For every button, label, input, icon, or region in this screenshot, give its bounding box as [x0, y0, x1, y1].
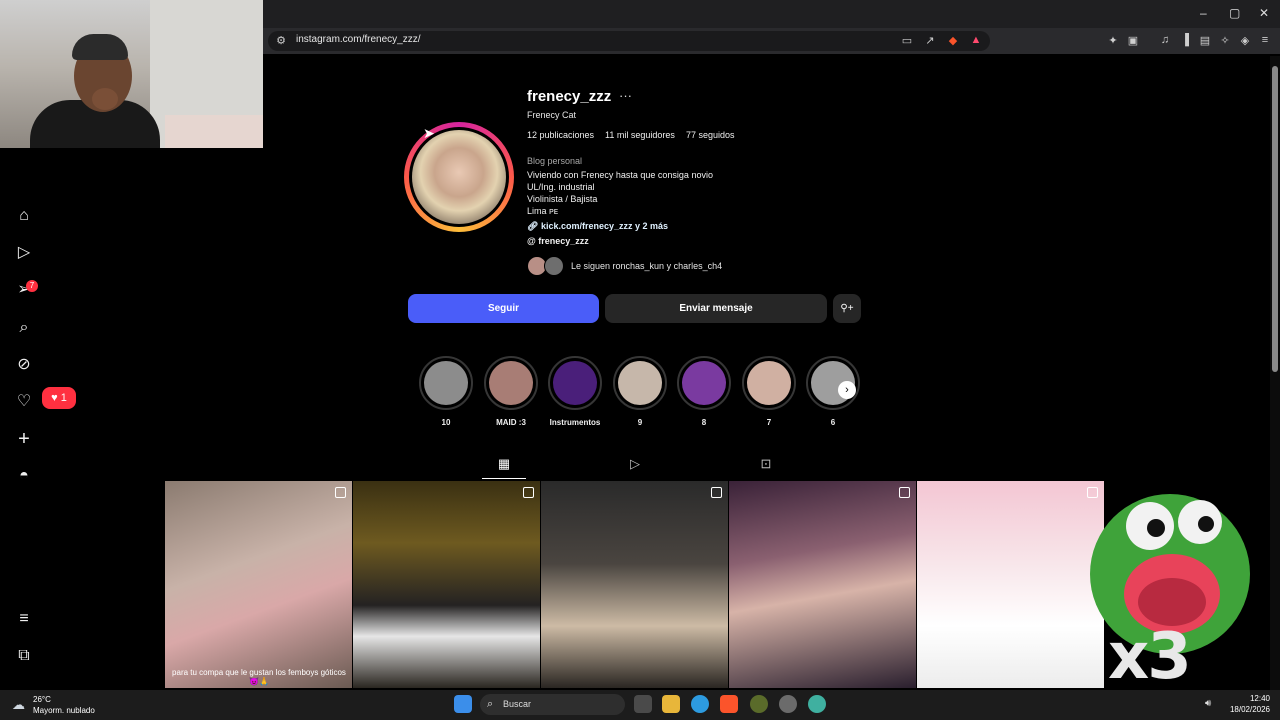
x3-overlay-text: x3 — [1108, 620, 1192, 694]
bio-link-text: kick.com/frenecy_zzz y 2 más — [540, 221, 669, 231]
highlight-item[interactable] — [677, 356, 731, 410]
taskbar-search[interactable] — [480, 694, 625, 715]
options-icon[interactable]: ··· — [619, 88, 632, 103]
maximize-button[interactable]: ▢ — [1229, 6, 1240, 20]
posts-count: 12 publicaciones — [527, 130, 595, 140]
notification-badge: 7 — [26, 280, 38, 292]
also-from-meta-icon[interactable]: ⧉ — [14, 646, 34, 666]
wallet-icon[interactable]: ▤ — [1198, 34, 1212, 47]
post-thumbnail[interactable] — [165, 481, 352, 688]
app-icon[interactable] — [808, 695, 826, 713]
followed-by-text[interactable]: Le siguen ronchas_kun y charles_ch4 — [571, 261, 722, 271]
search-icon[interactable]: ⌕ — [14, 318, 34, 338]
task-view-icon[interactable] — [634, 695, 652, 713]
minimize-button[interactable]: – — [1200, 6, 1207, 20]
extensions-icon[interactable]: ✦ — [1106, 34, 1120, 47]
volume-icon[interactable]: 🔊︎ — [1205, 698, 1211, 709]
bio-line: Viviendo con Frenecy hasta que consiga n… — [527, 170, 713, 180]
brave-shield-icon[interactable]: ◆ — [946, 34, 960, 47]
heart-icon[interactable]: ♡ — [14, 392, 34, 412]
cast-icon[interactable]: ▭ — [900, 34, 914, 47]
profile-avatar-icon[interactable]: ◓ — [14, 466, 34, 486]
highlight-item[interactable] — [419, 356, 473, 410]
likes-notification-pill[interactable]: ♥ 1 — [42, 387, 76, 409]
url-text[interactable]: instagram.com/frenecy_zzz/ — [296, 34, 421, 45]
post-thumbnail[interactable] — [541, 481, 728, 688]
add-person-icon: ⚲+ — [840, 303, 854, 314]
bio-line: Lima ᴘᴇ — [527, 206, 559, 216]
start-button-icon[interactable] — [454, 695, 472, 713]
home-icon[interactable]: ⌂ — [14, 206, 34, 226]
following-count[interactable]: 77 seguidos — [686, 130, 735, 140]
more-menu-icon[interactable]: ≡ — [14, 609, 34, 629]
bio-line: Violinista / Bajista — [527, 194, 598, 204]
site-info-icon[interactable]: ⚙ — [274, 34, 288, 47]
profile-username: frenecy_zzz — [527, 88, 612, 105]
post-thumbnail[interactable] — [353, 481, 540, 688]
scrollbar-thumb[interactable] — [1272, 66, 1278, 372]
explore-icon[interactable]: ⊘ — [14, 355, 34, 375]
highlight-item[interactable] — [742, 356, 796, 410]
follower-avatar — [544, 256, 564, 276]
browser-title-bar: – ▢ ✕ — [263, 0, 1280, 28]
clock-date: 18/02/2026 — [1229, 705, 1270, 714]
clock-time: 12:40 — [1249, 694, 1270, 703]
reels-icon[interactable]: ▷ — [14, 243, 34, 263]
link-icon: 🔗︎ — [527, 221, 541, 231]
app-icon[interactable] — [779, 695, 797, 713]
weather-widget[interactable]: 26°C Mayorm. nublado — [33, 694, 95, 716]
send-message-button[interactable]: Enviar mensaje — [605, 294, 827, 323]
followers-count[interactable]: 11 mil seguidores — [605, 130, 675, 140]
highlight-item[interactable] — [613, 356, 667, 410]
tagged-tab-icon[interactable]: ⊡ — [758, 456, 774, 472]
mouse-cursor-icon: ➤ — [423, 125, 435, 141]
edge-icon[interactable] — [691, 695, 709, 713]
active-tab-indicator — [482, 478, 526, 479]
menu-icon[interactable]: ≡ — [1258, 34, 1272, 46]
posts-grid-icon[interactable]: ▦ — [496, 456, 512, 472]
file-explorer-icon[interactable] — [662, 695, 680, 713]
search-icon: ⌕ — [487, 698, 494, 710]
highlight-item[interactable] — [548, 356, 602, 410]
leo-ai-icon[interactable]: ✧ — [1218, 34, 1232, 47]
threads-link[interactable]: @ frenecy_zzz — [527, 236, 589, 246]
post-caption: para tu compa que le gustan los femboys … — [172, 668, 346, 686]
taskbar-search-text: Buscar — [503, 699, 532, 709]
follow-button[interactable]: Seguir — [408, 294, 599, 323]
suggested-accounts-button[interactable]: ⚲+ — [833, 294, 861, 323]
weather-condition: Mayorm. nublado — [33, 706, 95, 715]
threads-icon: @ — [527, 236, 539, 246]
profile-category: Blog personal — [527, 156, 583, 166]
sidebar-icon[interactable]: ▐ — [1178, 34, 1192, 46]
system-clock[interactable]: 12:40 18/02/2026 — [1222, 693, 1270, 715]
profile-full-name: Frenecy Cat — [527, 110, 577, 120]
chevron-right-icon[interactable]: › — [838, 381, 856, 399]
media-icon[interactable]: ♫ — [1158, 34, 1172, 46]
post-thumbnail[interactable] — [917, 481, 1104, 688]
brave-icon[interactable] — [720, 695, 738, 713]
close-button[interactable]: ✕ — [1259, 6, 1269, 20]
brave-rewards-icon[interactable]: ▲ — [969, 34, 983, 46]
vpn-icon[interactable]: ◈ — [1238, 34, 1252, 47]
bio-link[interactable]: 🔗︎ kick.com/frenecy_zzz y 2 más — [527, 221, 668, 232]
webcam-overlay — [0, 0, 263, 148]
reels-tab-icon[interactable]: ▷ — [627, 456, 643, 472]
likes-count: 1 — [60, 392, 67, 404]
share-icon[interactable]: ↗ — [923, 34, 937, 47]
highlight-item[interactable] — [484, 356, 538, 410]
screenshot-icon[interactable]: ▣ — [1126, 34, 1140, 47]
post-thumbnail[interactable] — [729, 481, 916, 688]
bio-line: UL/Ing. industrial — [527, 182, 595, 192]
highlight-label: 6 — [830, 418, 836, 427]
weather-icon[interactable]: ☁ — [12, 697, 25, 713]
app-icon[interactable] — [750, 695, 768, 713]
profile-avatar[interactable] — [412, 130, 506, 224]
threads-handle: frenecy_zzz — [538, 236, 589, 246]
weather-temp: 26°C — [33, 695, 51, 704]
create-icon[interactable]: + — [14, 429, 34, 449]
